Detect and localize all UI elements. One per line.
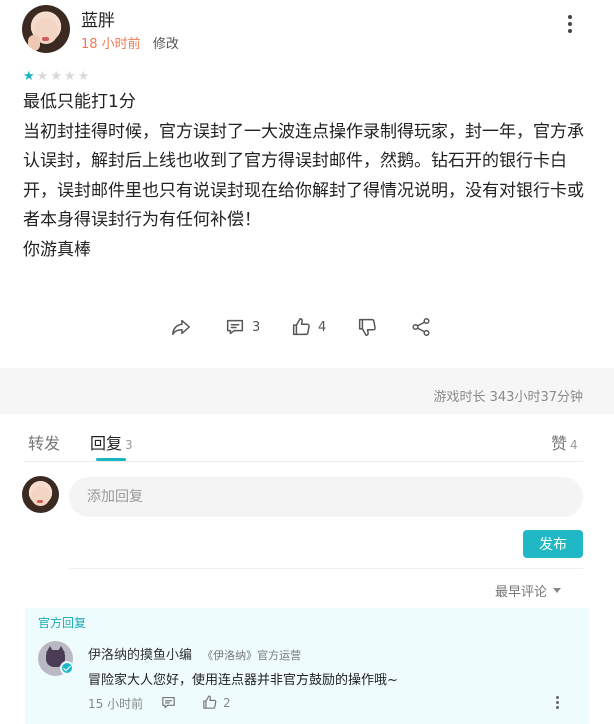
chevron-down-icon <box>553 588 561 593</box>
like-count: 4 <box>318 319 327 335</box>
official-comment-button[interactable] <box>160 694 177 714</box>
reply-divider <box>69 568 583 569</box>
thumbs-down-icon <box>358 318 376 336</box>
comment-icon <box>162 696 175 709</box>
official-game-label: 《伊洛纳》官方运营 <box>202 649 302 662</box>
tabs-divider <box>23 461 583 462</box>
tab-reply[interactable]: 回复 3 <box>90 430 133 454</box>
star-empty-icon: ★ <box>63 69 76 84</box>
review-actions: 3 4 <box>170 314 440 340</box>
review-card: 蓝胖 18 小时前 修改 ★ ★ ★ ★ ★ 最低只能打1分 当初封挂得时候，官方误封了… <box>0 0 614 368</box>
tab-repost[interactable]: 转发 <box>28 430 60 454</box>
official-like-count: 2 <box>223 695 231 710</box>
share-button[interactable] <box>170 314 192 340</box>
username[interactable]: 蓝胖 <box>81 6 115 31</box>
sort-dropdown[interactable]: 最早评论 <box>495 581 561 600</box>
official-reply-text: 冒险家大人您好，使用连点器并非官方鼓励的操作哦~ <box>88 673 398 688</box>
network-share-icon <box>412 318 430 336</box>
tab-repost-label: 转发 <box>28 434 61 453</box>
official-like-button[interactable]: 2 <box>201 694 231 711</box>
share-icon <box>172 319 190 336</box>
star-empty-icon: ★ <box>50 69 62 84</box>
official-reply-label: 官方回复 <box>38 616 87 630</box>
star-empty-icon: ★ <box>77 69 90 84</box>
review-paragraph: 当初封挂得时候，官方误封了一大波连点操作录制得玩家，封一年，官方承认误封，解封后… <box>23 121 584 231</box>
more-options-icon[interactable] <box>566 15 574 37</box>
user-avatar[interactable] <box>22 5 70 53</box>
star-rating: ★ ★ ★ ★ ★ <box>23 70 89 83</box>
official-name-line: 伊洛纳的摸鱼小编 《伊洛纳》官方运营 <box>88 644 301 663</box>
tab-reply-count: 3 <box>125 438 133 452</box>
comment-button[interactable]: 3 <box>224 314 260 340</box>
official-more-icon[interactable] <box>554 696 560 711</box>
tab-reply-label: 回复 <box>90 434 123 453</box>
publish-button[interactable]: 发布 <box>523 530 583 558</box>
star-empty-icon: ★ <box>36 69 49 84</box>
reply-input[interactable] <box>69 477 583 517</box>
official-reply-meta: 15 小时前 2 <box>88 694 578 712</box>
tab-like-label: 赞 <box>551 434 568 453</box>
more-share-button[interactable] <box>410 314 432 340</box>
review-content: 最低只能打1分 当初封挂得时候，官方误封了一大波连点操作录制得玩家，封一年，官方… <box>23 88 593 265</box>
official-reply-card: 官方回复 伊洛纳的摸鱼小编 《伊洛纳》官方运营 冒险家大人您好，使用连点器并非官… <box>25 608 589 724</box>
thumbs-up-icon <box>292 318 310 336</box>
tab-like[interactable]: 赞4 <box>551 430 578 454</box>
edit-link[interactable]: 修改 <box>153 37 179 52</box>
review-meta: 18 小时前 修改 <box>81 33 179 52</box>
reply-tabs: 转发 回复 3 赞4 <box>0 420 614 462</box>
tab-like-count: 4 <box>570 438 578 452</box>
verified-badge-icon <box>60 661 74 675</box>
comment-icon <box>226 319 244 335</box>
review-paragraph: 你游真棒 <box>23 239 91 260</box>
dislike-button[interactable] <box>356 314 378 340</box>
like-button[interactable]: 4 <box>290 314 326 340</box>
play-time: 游戏时长 343小时37分钟 <box>433 390 584 405</box>
thumbs-up-icon <box>203 695 217 709</box>
review-paragraph: 最低只能打1分 <box>23 92 136 112</box>
comment-count: 3 <box>252 319 261 335</box>
star-filled-icon: ★ <box>23 69 35 84</box>
review-time: 18 小时前 <box>81 37 141 52</box>
current-user-avatar <box>22 476 59 513</box>
sort-label: 最早评论 <box>494 585 547 600</box>
official-reply-time: 15 小时前 <box>88 697 144 711</box>
official-name[interactable]: 伊洛纳的摸鱼小编 <box>88 648 192 663</box>
